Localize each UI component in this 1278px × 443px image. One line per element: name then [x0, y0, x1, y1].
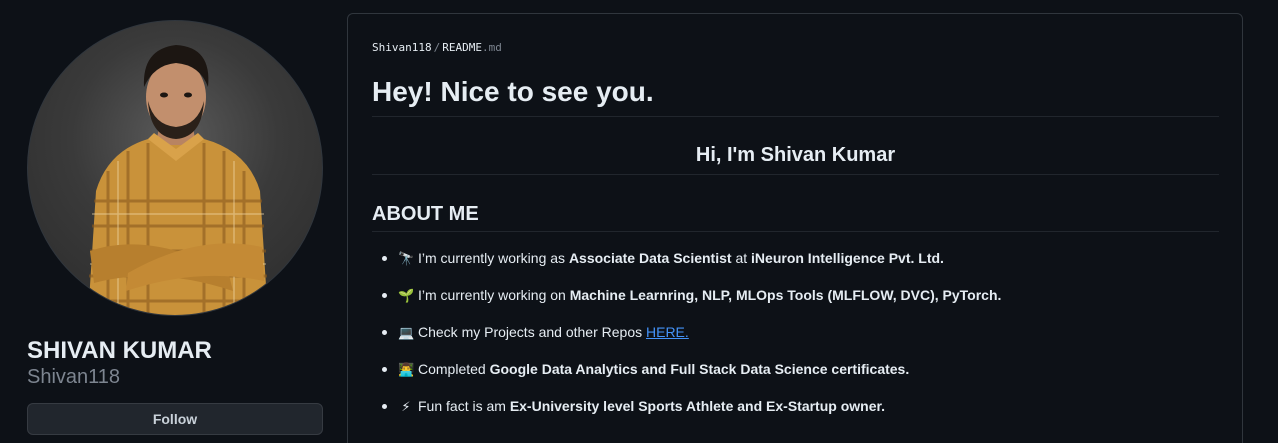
item-text: I’m currently working as: [418, 250, 569, 266]
technologist-icon: 👨‍💻: [398, 362, 415, 377]
bullet-dot: [382, 330, 387, 335]
follow-button[interactable]: Follow: [27, 403, 323, 435]
item-text: at: [731, 250, 752, 266]
item-bold: Associate Data Scientist: [568, 250, 732, 266]
profile-name: SHIVAN KUMAR: [27, 337, 212, 364]
readme-breadcrumb: Shivan118/README.md: [372, 41, 502, 54]
item-text: Completed: [418, 361, 490, 377]
profile-sidebar: SHIVAN KUMAR Shivan118 Follow: [27, 20, 323, 435]
telescope-icon: 🔭: [398, 251, 415, 266]
bullet-dot: [382, 404, 387, 409]
repos-link[interactable]: HERE.: [646, 324, 689, 340]
list-item: 🌱 I’m currently working on Machine Learnr…: [372, 283, 1219, 320]
profile-username: Shivan118: [27, 366, 121, 388]
item-bold: Google Data Analytics and Full Stack Dat…: [489, 361, 910, 377]
seedling-icon: 🌱: [398, 288, 415, 303]
about-heading: ABOUT ME: [372, 203, 479, 225]
readme-title: Hey! Nice to see you.: [372, 76, 654, 107]
breadcrumb-separator: /: [433, 41, 441, 54]
list-item: 💻 Check my Projects and other Repos HERE.: [372, 320, 1219, 357]
about-list: 🔭 I’m currently working as Associate Data…: [372, 246, 1219, 431]
item-bold: iNeuron Intelligence Pvt. Ltd.: [751, 250, 944, 266]
readme-card: Shivan118/README.md Hey! Nice to see you…: [347, 13, 1243, 443]
profile-page: SHIVAN KUMAR Shivan118 Follow Shivan118/…: [0, 0, 1278, 443]
bullet-dot: [382, 256, 387, 261]
breadcrumb-file-ext: .md: [481, 41, 502, 54]
list-item: 👨‍💻 Completed Google Data Analytics and F…: [372, 357, 1219, 394]
list-item: ⚡ Fun fact is am Ex-University level Spor…: [372, 394, 1219, 431]
item-bold: Machine Learnring, NLP, MLOps Tools (MLF…: [569, 287, 1002, 303]
laptop-icon: 💻: [398, 325, 415, 340]
greeting-divider: [372, 174, 1219, 175]
item-text: I’m currently working on: [418, 287, 570, 303]
item-bold: Ex-University level Sports Athlete and E…: [509, 398, 886, 414]
bullet-dot: [382, 367, 387, 372]
bullet-dot: [382, 293, 387, 298]
avatar[interactable]: [27, 20, 323, 316]
item-text: Check my Projects and other Repos: [418, 324, 646, 340]
list-item: 🔭 I’m currently working as Associate Data…: [372, 246, 1219, 283]
item-text: Fun fact is am: [418, 398, 510, 414]
breadcrumb-owner-link[interactable]: Shivan118: [372, 41, 432, 54]
title-divider: [372, 116, 1219, 117]
readme-greeting: Hi, I'm Shivan Kumar: [695, 144, 896, 166]
lightning-icon: ⚡: [401, 399, 411, 414]
about-divider: [372, 231, 1219, 232]
breadcrumb-file-link[interactable]: README: [442, 41, 482, 54]
avatar-photo: [88, 45, 268, 315]
